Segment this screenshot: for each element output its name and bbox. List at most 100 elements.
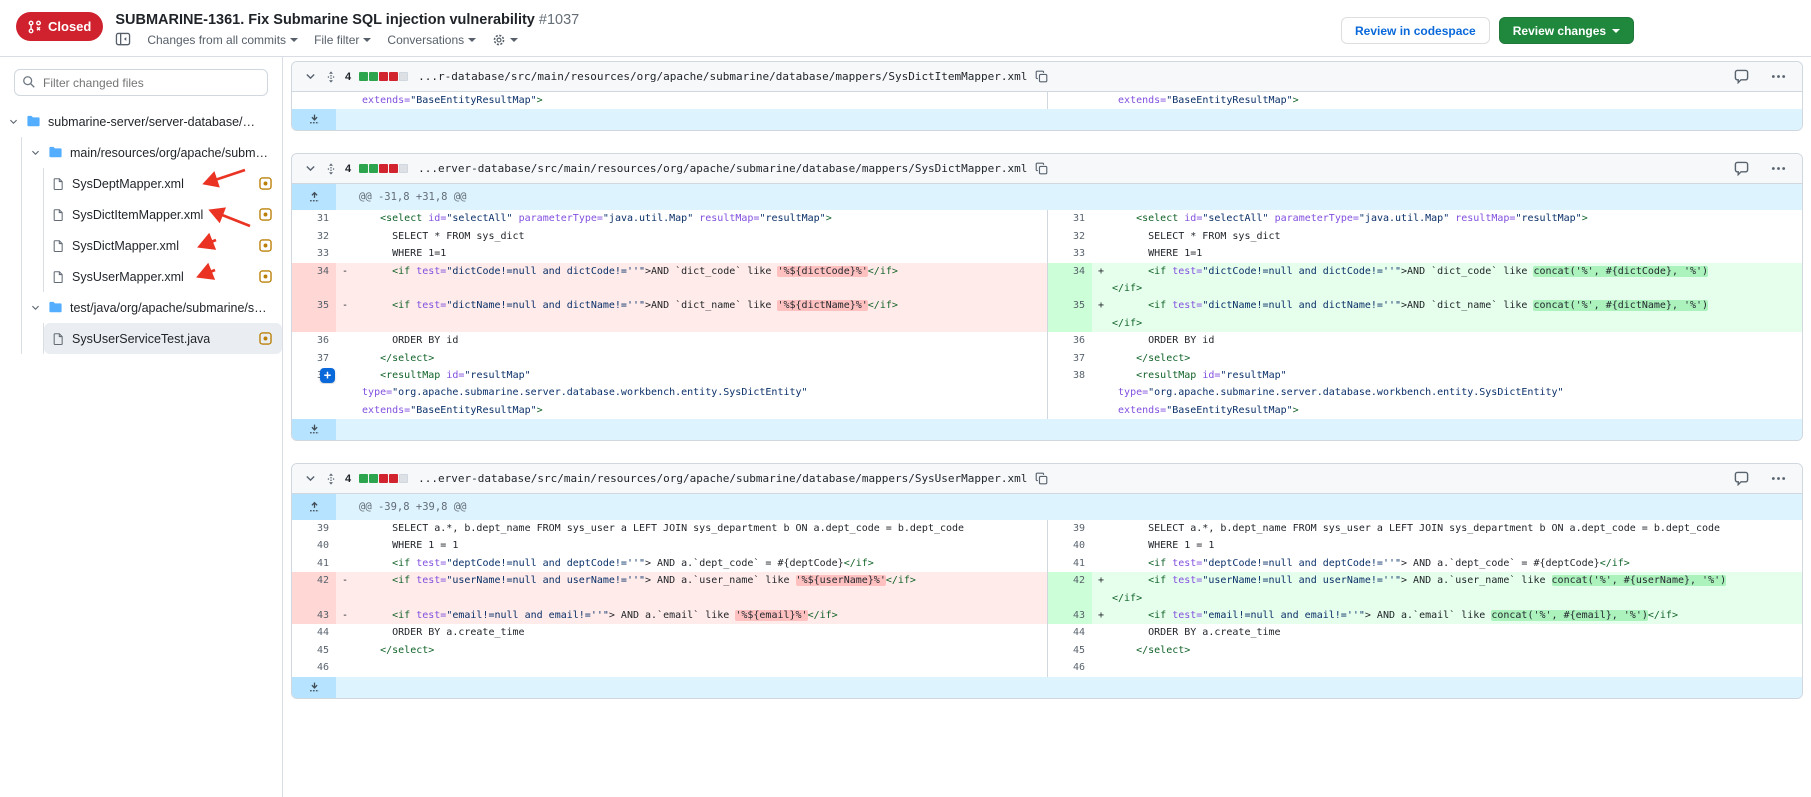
line-number[interactable]: 32 (292, 228, 336, 245)
kebab-horizontal-icon (1771, 471, 1786, 486)
line-number[interactable]: 37 (1048, 350, 1092, 367)
line-number[interactable]: 41 (292, 555, 336, 572)
file-comment-button[interactable] (1734, 69, 1749, 84)
code-line: <if test="dictCode!=null and dictCode!='… (1112, 263, 1802, 280)
diff-side-old: 37 </select> (292, 350, 1047, 367)
file-comment-button[interactable] (1734, 471, 1749, 486)
expand-row (292, 677, 1802, 698)
drag-handle-icon (325, 473, 337, 485)
line-number[interactable]: 39 (1048, 520, 1092, 537)
collapse-file-button[interactable] (304, 472, 317, 485)
drag-handle[interactable] (325, 163, 337, 175)
file-options-button[interactable] (1771, 69, 1786, 84)
tree-folder-test-java-org-apache-submarine-s-[interactable]: test/java/org/apache/submarine/s… (22, 292, 282, 323)
copy-icon (1035, 70, 1048, 83)
line-number[interactable]: 35 (1048, 297, 1092, 332)
tree-folder-main-resources-org-apache-subm-[interactable]: main/resources/org/apache/subm… (22, 137, 282, 168)
tree-file-sysdictmapper-xml[interactable]: SysDictMapper.xml (44, 230, 282, 261)
comment-icon (1734, 161, 1749, 176)
line-number[interactable]: 44 (1048, 624, 1092, 641)
sidebar-toggle-button[interactable] (115, 32, 131, 47)
code-line: SELECT * FROM sys_dict (1112, 228, 1802, 245)
review-in-codespace-button[interactable]: Review in codespace (1341, 17, 1490, 44)
line-number[interactable]: 34 (1048, 263, 1092, 298)
copy-path-button[interactable] (1035, 70, 1048, 83)
code-line: SELECT a.*, b.dept_name FROM sys_user a … (356, 520, 1047, 537)
expand-hunk-button[interactable] (292, 494, 336, 520)
line-number[interactable] (292, 92, 336, 109)
expand-down-button[interactable] (292, 677, 336, 698)
file-path[interactable]: ...r-database/src/main/resources/org/apa… (418, 70, 1027, 83)
file-path[interactable]: ...erver-database/src/main/resources/org… (418, 472, 1027, 485)
expand-down-button[interactable] (292, 109, 336, 130)
file-status-modified-icon (259, 270, 272, 283)
diff-sign: - (336, 263, 354, 298)
collapse-file-button[interactable] (304, 162, 317, 175)
line-number[interactable]: 45 (292, 642, 336, 659)
diff-side-old: 38+ <resultMap id="resultMap" (292, 367, 1047, 384)
line-number[interactable]: 43 (1048, 607, 1092, 624)
tree-file-sysusermapper-xml[interactable]: SysUserMapper.xml (44, 261, 282, 292)
line-number[interactable]: 42 (1048, 572, 1092, 607)
tree-folder-submarine-server-server-database-[interactable]: submarine-server/server-database/… (0, 106, 282, 137)
collapse-file-button[interactable] (304, 70, 317, 83)
line-number[interactable]: 38 (1048, 367, 1092, 384)
line-number[interactable]: 44 (292, 624, 336, 641)
line-number[interactable]: 40 (1048, 537, 1092, 554)
expand-row (292, 109, 1802, 130)
changes-from-dropdown[interactable]: Changes from all commits (147, 33, 298, 47)
review-changes-button[interactable]: Review changes (1499, 17, 1634, 44)
line-number[interactable] (292, 402, 336, 419)
file-comment-button[interactable] (1734, 161, 1749, 176)
expand-hunk-button[interactable] (292, 184, 336, 210)
line-number[interactable]: 43 (292, 607, 336, 624)
file-options-button[interactable] (1771, 161, 1786, 176)
line-number[interactable] (1048, 402, 1092, 419)
hunk-header: @@ -31,8 +31,8 @@ (336, 184, 1802, 210)
drag-handle[interactable] (325, 473, 337, 485)
tree-file-sysdeptmapper-xml[interactable]: SysDeptMapper.xml (44, 168, 282, 199)
line-number[interactable]: 41 (1048, 555, 1092, 572)
line-number[interactable]: 31 (1048, 210, 1092, 227)
code-line: extends="BaseEntityResultMap"> (356, 402, 1047, 419)
line-number[interactable]: 39 (292, 520, 336, 537)
line-number[interactable]: 33 (1048, 245, 1092, 262)
chevron-down-icon (8, 116, 19, 127)
line-number[interactable]: 36 (292, 332, 336, 349)
add-comment-button[interactable]: + (320, 368, 335, 383)
file-icon (52, 332, 65, 346)
chevron-down-icon (30, 302, 41, 313)
line-number[interactable]: 37 (292, 350, 336, 367)
line-number[interactable] (292, 384, 336, 401)
line-number[interactable] (1048, 92, 1092, 109)
line-number[interactable] (1048, 384, 1092, 401)
expand-down-button[interactable] (292, 419, 336, 440)
line-number[interactable]: 46 (292, 659, 336, 676)
filter-changed-files-input[interactable] (14, 69, 268, 96)
conversations-dropdown[interactable]: Conversations (387, 33, 476, 47)
tree-file-sysuserservicetest-java[interactable]: SysUserServiceTest.java (44, 323, 282, 354)
line-number[interactable]: 38+ (292, 367, 336, 384)
line-number[interactable]: 45 (1048, 642, 1092, 659)
file-options-button[interactable] (1771, 471, 1786, 486)
copy-path-button[interactable] (1035, 472, 1048, 485)
copy-path-button[interactable] (1035, 162, 1048, 175)
line-number[interactable]: 40 (292, 537, 336, 554)
diff-sign (1092, 367, 1110, 384)
file-filter-dropdown[interactable]: File filter (314, 33, 371, 47)
line-number[interactable]: 46 (1048, 659, 1092, 676)
drag-handle[interactable] (325, 71, 337, 83)
file-path[interactable]: ...erver-database/src/main/resources/org… (418, 162, 1027, 175)
diff-row: extends="BaseEntityResultMap"> extends="… (292, 92, 1802, 109)
diff-side-new: 33 WHERE 1=1 (1047, 245, 1802, 262)
diff-row: 45 </select>45 </select> (292, 642, 1802, 659)
diff-settings-dropdown[interactable] (492, 33, 518, 47)
line-number[interactable]: 42 (292, 572, 336, 607)
line-number[interactable]: 36 (1048, 332, 1092, 349)
line-number[interactable]: 33 (292, 245, 336, 262)
line-number[interactable]: 35 (292, 297, 336, 332)
line-number[interactable]: 31 (292, 210, 336, 227)
tree-file-sysdictitemmapper-xml[interactable]: SysDictItemMapper.xml (44, 199, 282, 230)
line-number[interactable]: 32 (1048, 228, 1092, 245)
line-number[interactable]: 34 (292, 263, 336, 298)
